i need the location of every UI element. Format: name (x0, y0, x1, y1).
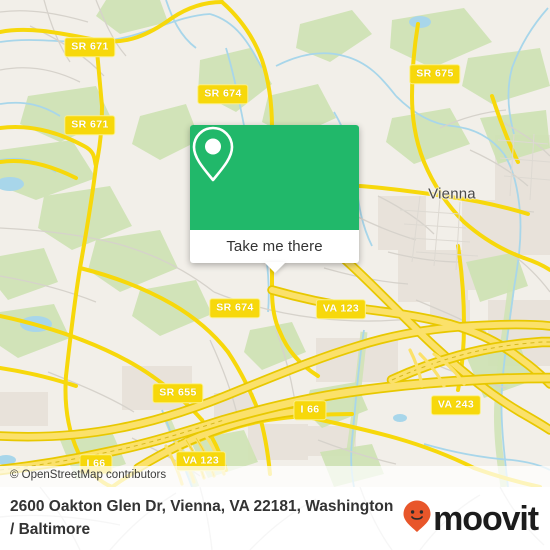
map-attribution[interactable]: © OpenStreetMap contributors (0, 466, 550, 487)
road-shield: SR 675 (409, 64, 461, 84)
footer-bar: 2600 Oakton Glen Dr, Vienna, VA 22181, W… (0, 487, 550, 550)
take-me-there-label: Take me there (226, 238, 323, 255)
map-screen: SR 671 SR 674 SR 671 SR 675 SR 674 VA 12… (0, 0, 550, 550)
moovit-logo[interactable]: moovit (402, 499, 542, 538)
location-address: 2600 Oakton Glen Dr, Vienna, VA 22181, W… (10, 498, 394, 538)
map-canvas[interactable]: SR 671 SR 674 SR 671 SR 675 SR 674 VA 12… (0, 0, 550, 487)
popup-header (190, 125, 359, 230)
take-me-there-button[interactable]: Take me there (190, 230, 359, 263)
location-popup[interactable]: Take me there (190, 125, 359, 273)
moovit-wordmark: moovit (433, 499, 539, 538)
road-shield: SR 671 (64, 115, 116, 135)
place-label-vienna: Vienna (428, 185, 476, 203)
road-shield: VA 243 (430, 395, 482, 415)
moovit-smiley-pin-icon (402, 499, 432, 538)
road-shield: SR 674 (197, 84, 249, 104)
road-shield: I 66 (293, 400, 327, 420)
popup-tail (263, 262, 286, 273)
road-shield: SR 674 (209, 298, 261, 318)
attribution-text: © OpenStreetMap contributors (10, 469, 167, 482)
road-shield: VA 123 (315, 299, 367, 319)
road-shield: SR 655 (152, 383, 204, 403)
road-shield: SR 671 (64, 37, 116, 57)
